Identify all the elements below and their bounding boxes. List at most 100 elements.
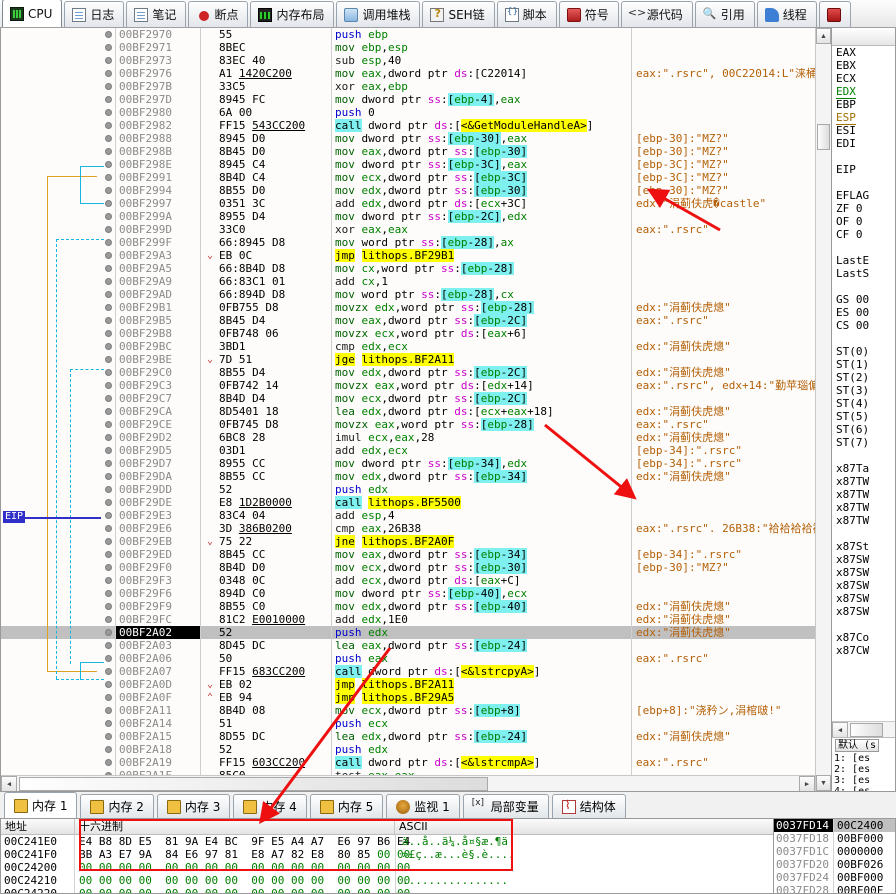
address-cell[interactable]: 00BF29D7 [115, 457, 201, 470]
address-cell[interactable]: 00BF29CA [115, 405, 201, 418]
comment-cell[interactable] [631, 236, 815, 249]
stack-pane[interactable]: 0037FD14 00C2400 0037FD18 00BF000 0037FD1C 00… [774, 818, 896, 894]
stack-row[interactable]: 0037FD14 00C2400 [774, 819, 895, 832]
opcode-bytes-cell[interactable]: 8D5401 18 [219, 405, 331, 418]
dump-tab-bar[interactable]: 内存 1 内存 2 内存 3 内存 4 内存 5 监视 1 [x] 局部变量 ⌇… [0, 792, 896, 818]
opcode-bytes-cell[interactable]: 8B55 CC [219, 470, 331, 483]
breakpoint-cell[interactable] [101, 145, 115, 158]
breakpoint-cell[interactable] [101, 158, 115, 171]
address-cell[interactable]: 00BF29F3 [115, 574, 201, 587]
opcode-bytes-cell[interactable]: 83C4 04 [219, 509, 331, 522]
stack-row[interactable]: 0037FD28 00BF00F [774, 884, 895, 893]
breakpoint-cell[interactable] [101, 730, 115, 743]
disassembly-row[interactable]: 00BF29BC 3BD1 cmp edx,ecx edx:"涓蓟伕虎熜" [1, 340, 815, 353]
instruction-cell[interactable]: mov dword ptr ss:[ebp-34],edx [331, 457, 631, 470]
disassembly-row[interactable]: 00BF2A14 51 push ecx [1, 717, 815, 730]
opcode-bytes-cell[interactable]: 8B45 D0 [219, 145, 331, 158]
opcode-bytes-cell[interactable]: 0FB742 14 [219, 379, 331, 392]
opcode-bytes-cell[interactable]: 8B4D 08 [219, 704, 331, 717]
tab-cpu[interactable]: CPU [2, 0, 63, 27]
address-cell[interactable]: 00BF2A02 [115, 626, 201, 639]
comment-cell[interactable] [631, 639, 815, 652]
opcode-bytes-cell[interactable]: 6A 00 [219, 106, 331, 119]
dump-address[interactable]: 00C24200 [1, 861, 75, 874]
address-cell[interactable]: 00BF29F9 [115, 600, 201, 613]
stack-address[interactable]: 0037FD18 [774, 832, 834, 845]
disassembly-row[interactable]: 00BF29FC 81C2 E0010000 add edx,1E0 edx:"涓蓟伕… [1, 613, 815, 626]
breakpoint-cell[interactable] [101, 691, 115, 704]
breakpoint-cell[interactable] [101, 223, 115, 236]
stack-value[interactable]: 00C2400 [834, 819, 895, 832]
disassembly-row[interactable]: 00BF299F 66:8945 D8 mov word ptr ss:[ebp-2… [1, 236, 815, 249]
opcode-bytes-cell[interactable]: 8B55 D4 [219, 366, 331, 379]
breakpoint-cell[interactable] [101, 756, 115, 769]
address-cell[interactable]: 00BF2970 [115, 28, 201, 41]
scroll-left-button[interactable]: ◀ [1, 776, 17, 791]
register-row[interactable]: ST(2) [836, 371, 895, 384]
instruction-cell[interactable]: add edx,dword ptr ds:[ecx+3C] [331, 197, 631, 210]
comment-cell[interactable]: edx:"涓蓟伕虎熜" [631, 340, 815, 353]
breakpoint-cell[interactable] [101, 340, 115, 353]
instruction-cell[interactable]: mov ebp,esp [331, 41, 631, 54]
disassembly-row[interactable]: 00BF29BE ⌄ 7D 51 jge lithops.BF2A11 [1, 353, 815, 366]
register-row[interactable]: ST(5) [836, 410, 895, 423]
register-row[interactable]: ST(0) [836, 345, 895, 358]
disassembly-hscrollbar[interactable]: ◀ ▶ [1, 775, 815, 791]
disassembly-row[interactable]: 00BF29DE E8 1D2B0000 call lithops.BF5500 [1, 496, 815, 509]
disassembly-row[interactable]: 00BF297D 8945 FC mov dword ptr ss:[ebp-4],… [1, 93, 815, 106]
comment-cell[interactable] [631, 691, 815, 704]
disassembly-row[interactable]: 00BF29CE 0FB745 D8 movzx eax,word ptr ss:[… [1, 418, 815, 431]
opcode-bytes-cell[interactable]: 3BD1 [219, 340, 331, 353]
memory-dump-pane[interactable]: 地址 十六进制 ASCII 00C241E0 E4 B8 8D E5 81 9A … [0, 818, 774, 894]
instruction-cell[interactable]: xor eax,ebp [331, 80, 631, 93]
comment-cell[interactable]: [ebp-3C]:"MZ?" [631, 171, 815, 184]
disassembly-row[interactable]: 00BF29F6 894D C0 mov dword ptr ss:[ebp-40]… [1, 587, 815, 600]
comment-cell[interactable]: [ebp-30]:"MZ?" [631, 145, 815, 158]
address-cell[interactable]: 00BF2991 [115, 171, 201, 184]
address-cell[interactable]: 00BF29DE [115, 496, 201, 509]
address-cell[interactable]: 00BF29CE [115, 418, 201, 431]
disassembly-row[interactable]: 00BF29F3 0348 0C add ecx,dword ptr ds:[eax… [1, 574, 815, 587]
address-cell[interactable]: 00BF29DD [115, 483, 201, 496]
breakpoint-cell[interactable] [101, 210, 115, 223]
disassembly-row[interactable]: 00BF2988 8945 D0 mov dword ptr ss:[ebp-30]… [1, 132, 815, 145]
comment-cell[interactable] [631, 28, 815, 41]
breakpoint-cell[interactable] [101, 119, 115, 132]
tab-dump-2[interactable]: 内存 2 [80, 794, 154, 818]
instruction-cell[interactable]: movzx eax,word ptr ds:[edx+14] [331, 379, 631, 392]
disassembly-row[interactable]: 00BF2A0D ⌄ EB 02 jmp lithops.BF2A11 [1, 678, 815, 691]
disassembly-row[interactable]: 00BF2A19 FF15 603CC200 call dword ptr ds:[… [1, 756, 815, 769]
stack-row[interactable]: 0037FD24 00BF000 [774, 871, 895, 884]
register-row[interactable]: ST(4) [836, 397, 895, 410]
breakpoint-cell[interactable] [101, 288, 115, 301]
dump-address[interactable]: 00C241E0 [1, 835, 75, 848]
disassembly-row[interactable]: 00BF29A3 ⌄ EB 0C jmp lithops.BF29B1 [1, 249, 815, 262]
tab-dump-3[interactable]: 内存 3 [156, 794, 231, 818]
instruction-cell[interactable]: mov dword ptr ss:[ebp-40],ecx [331, 587, 631, 600]
opcode-bytes-cell[interactable]: 8D55 DC [219, 730, 331, 743]
disassembly-row[interactable]: 00BF2A15 8D55 DC lea edx,dword ptr ss:[ebp… [1, 730, 815, 743]
breakpoint-cell[interactable] [101, 470, 115, 483]
register-row[interactable]: x87TW [836, 514, 895, 527]
opcode-bytes-cell[interactable]: 66:83C1 01 [219, 275, 331, 288]
opcode-bytes-cell[interactable]: 0FB748 06 [219, 327, 331, 340]
disassembly-row[interactable]: 00BF29B5 8B45 D4 mov eax,dword ptr ss:[ebp… [1, 314, 815, 327]
disassembly-row[interactable]: 00BF29C3 0FB742 14 movzx eax,word ptr ds:[… [1, 379, 815, 392]
comment-cell[interactable] [631, 93, 815, 106]
register-row[interactable]: LastE [836, 254, 895, 267]
register-row[interactable]: ST(6) [836, 423, 895, 436]
disassembly-row[interactable]: 00BF2980 6A 00 push 0 [1, 106, 815, 119]
address-cell[interactable]: 00BF29B8 [115, 327, 201, 340]
disassembly-row[interactable]: 00BF29A9 66:83C1 01 add cx,1 [1, 275, 815, 288]
comment-cell[interactable]: edx:"涓蓟伕虎熜" [631, 366, 815, 379]
breakpoint-cell[interactable] [101, 171, 115, 184]
address-cell[interactable]: 00BF29A5 [115, 262, 201, 275]
disassembly-row[interactable]: 00BF29B8 0FB748 06 movzx ecx,word ptr ds:[… [1, 327, 815, 340]
opcode-bytes-cell[interactable]: 50 [219, 652, 331, 665]
tab-memory-map[interactable]: 内存布局 [250, 1, 335, 27]
disassembly-row[interactable]: 00BF2976 A1 1420C200 mov eax,dword ptr ds:… [1, 67, 815, 80]
tab-script[interactable]: 脚本 [496, 1, 557, 27]
opcode-bytes-cell[interactable]: 52 [219, 626, 331, 639]
opcode-bytes-cell[interactable]: 52 [219, 483, 331, 496]
comment-cell[interactable]: edx:"涓蓟伕虎熜" [631, 470, 815, 483]
